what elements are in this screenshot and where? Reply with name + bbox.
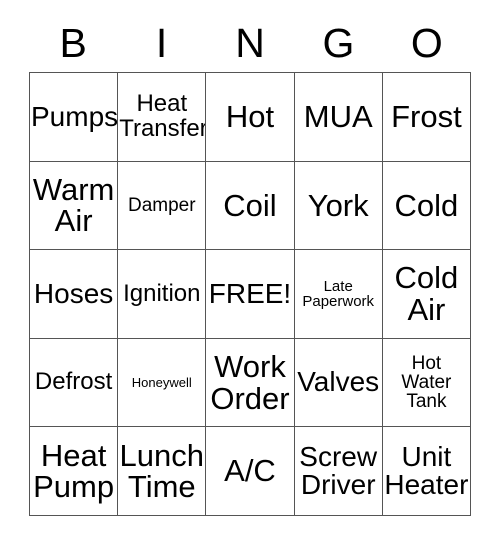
bingo-cell-label: Defrost	[34, 368, 113, 396]
bingo-cell-g4[interactable]: Valves	[294, 338, 383, 428]
bingo-cell-g1[interactable]: MUA	[294, 73, 383, 162]
bingo-cell-label: Warm Air	[32, 171, 115, 239]
bingo-cell-b5[interactable]: Heat Pump	[30, 427, 119, 516]
bingo-cell-label: York	[307, 187, 369, 223]
bingo-cell-label: Cold Air	[394, 260, 459, 327]
bingo-cell-label: Heat Pump	[33, 437, 115, 505]
bingo-cell-i5[interactable]: Lunch Time	[118, 427, 207, 516]
bingo-cell-label: A/C	[224, 453, 276, 489]
bingo-cell-g2[interactable]: York	[294, 161, 383, 251]
bingo-cell-label: Cold	[394, 187, 459, 223]
bingo-cell-label: Hot	[225, 98, 275, 134]
bingo-cell-o1[interactable]: Frost	[382, 73, 471, 162]
bingo-cell-g5[interactable]: Screw Driver	[294, 427, 383, 516]
bingo-cell-label: MUA	[303, 98, 373, 134]
bingo-cell-n5[interactable]: A/C	[206, 427, 295, 516]
bingo-cell-b1[interactable]: Pumps	[30, 73, 119, 162]
bingo-cell-b2[interactable]: Warm Air	[30, 161, 119, 251]
bingo-cell-label: FREE!	[208, 277, 292, 309]
bingo-header: B I N G O	[29, 14, 471, 72]
bingo-cell-label: Unit Heater	[384, 440, 469, 501]
bingo-cell-b3[interactable]: Hoses	[30, 250, 119, 339]
bingo-cell-n2[interactable]: Coil	[206, 161, 295, 251]
bingo-cell-label: Pumps	[31, 100, 119, 132]
bingo-cell-label: Coil	[223, 187, 277, 223]
bingo-cell-b4[interactable]: Defrost	[30, 338, 119, 428]
bingo-cell-i1[interactable]: Heat Transfer	[118, 73, 207, 162]
bingo-cell-g3[interactable]: Late Paperwork	[294, 250, 383, 339]
bingo-cell-o4[interactable]: Hot Water Tank	[382, 338, 471, 428]
header-letter-i: I	[155, 19, 168, 66]
bingo-cell-label: Ignition	[123, 279, 201, 307]
bingo-cell-o2[interactable]: Cold	[382, 161, 471, 251]
bingo-cell-n1[interactable]: Hot	[206, 73, 295, 162]
header-letter-b: B	[59, 19, 87, 66]
bingo-cell-o3[interactable]: Cold Air	[382, 250, 471, 339]
header-letter-n: N	[235, 19, 265, 66]
bingo-cell-label: Damper	[128, 194, 196, 216]
bingo-cell-label: Valves	[297, 366, 380, 398]
bingo-cell-i4[interactable]: Honeywell	[118, 338, 207, 428]
bingo-cell-label: Late Paperwork	[302, 277, 375, 310]
bingo-cell-i2[interactable]: Damper	[118, 161, 207, 251]
bingo-cell-i3[interactable]: Ignition	[118, 250, 207, 339]
bingo-cell-label: Heat Transfer	[119, 90, 207, 142]
bingo-cell-label: Lunch Time	[119, 437, 205, 505]
header-letter-o: O	[410, 19, 443, 66]
bingo-cell-label: Screw Driver	[299, 440, 378, 501]
bingo-cell-label: Hoses	[33, 277, 114, 309]
bingo-cell-label: Frost	[391, 98, 462, 134]
bingo-cell-n4[interactable]: Work Order	[206, 338, 295, 428]
header-letter-g: G	[322, 19, 355, 66]
bingo-grid: Pumps Heat Transfer Hot MUA Frost Warm A…	[29, 72, 471, 516]
bingo-cell-label: Honeywell	[131, 374, 192, 390]
bingo-cell-free-space[interactable]: FREE!	[206, 250, 295, 339]
bingo-cell-o5[interactable]: Unit Heater	[382, 427, 471, 516]
bingo-cell-label: Hot Water Tank	[401, 352, 452, 413]
bingo-card: B I N G O Pumps Heat Transfer Hot MUA Fr…	[29, 14, 471, 516]
bingo-cell-label: Work Order	[210, 348, 290, 416]
